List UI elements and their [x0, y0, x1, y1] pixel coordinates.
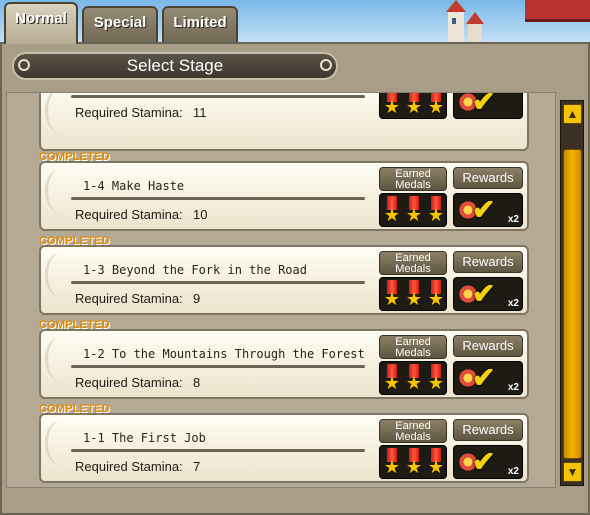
- banner-flag: [525, 0, 590, 22]
- required-stamina-value: 7: [193, 459, 201, 474]
- divider: [71, 95, 365, 98]
- divider: [71, 281, 365, 284]
- medal-icon: ★: [405, 93, 423, 118]
- leaf-ornament-icon: [45, 169, 75, 213]
- page-title-text: Select Stage: [126, 56, 224, 75]
- stage-title: 1-2 To the Mountains Through the Forest: [83, 347, 365, 361]
- scroll-thumb[interactable]: [563, 149, 582, 459]
- divider: [71, 365, 365, 368]
- reward-multiplier: x2: [507, 214, 519, 225]
- rewards-button[interactable]: Rewards: [453, 419, 523, 441]
- required-stamina-value: 11: [193, 105, 207, 120]
- reward-multiplier: x2: [507, 382, 519, 393]
- medal-icon: ★: [427, 196, 445, 226]
- reward-box[interactable]: ✔ x2: [453, 193, 523, 227]
- leaf-ornament-icon: [45, 253, 75, 297]
- medal-icon: ★: [427, 280, 445, 310]
- ornament-right-icon: [320, 59, 332, 71]
- stage-card[interactable]: 1-4 Make Haste Required Stamina: 10 Earned …: [39, 161, 529, 231]
- reward-check-icon: ✔: [472, 362, 496, 393]
- reward-check-icon: ✔: [472, 194, 496, 225]
- medal-icon: ★: [427, 448, 445, 478]
- reward-box[interactable]: ✔: [453, 92, 523, 119]
- reward-box[interactable]: ✔ x2: [453, 361, 523, 395]
- medal-icon: ★: [405, 364, 423, 394]
- required-stamina-label: Required Stamina:: [75, 207, 183, 222]
- reward-check-icon: ✔: [472, 278, 496, 309]
- tab-normal[interactable]: Normal: [4, 2, 78, 44]
- earned-medals-button[interactable]: Earned Medals: [379, 419, 447, 443]
- reward-box[interactable]: ✔ x2: [453, 445, 523, 479]
- reward-check-icon: ✔: [472, 92, 496, 117]
- arrow-up-icon[interactable]: ▲: [563, 104, 582, 124]
- required-stamina-value: 10: [193, 207, 208, 222]
- divider: [71, 197, 365, 200]
- divider: [71, 449, 365, 452]
- required-stamina-label: Required Stamina:: [75, 459, 183, 474]
- reward-box[interactable]: ✔ x2: [453, 277, 523, 311]
- medal-icon: ★: [383, 448, 401, 478]
- scrollbar[interactable]: ▲ ▼: [560, 100, 584, 486]
- medal-icon: ★: [383, 196, 401, 226]
- leaf-ornament-icon: [45, 93, 75, 133]
- medals-box: ★ ★ ★: [379, 361, 447, 395]
- medal-icon: ★: [427, 93, 445, 118]
- rewards-button[interactable]: Rewards: [453, 167, 523, 189]
- stage-title: 1-4 Make Haste: [83, 179, 185, 193]
- required-stamina-label: Required Stamina:: [75, 105, 183, 120]
- medal-icon: ★: [405, 196, 423, 226]
- reward-multiplier: x2: [507, 298, 519, 309]
- rewards-button[interactable]: Rewards: [453, 251, 523, 273]
- ornament-left-icon: [18, 59, 30, 71]
- page-title: Select Stage: [12, 52, 338, 80]
- required-stamina-value: 8: [193, 375, 201, 390]
- arrow-down-icon[interactable]: ▼: [563, 462, 582, 482]
- reward-check-icon: ✔: [472, 446, 496, 477]
- reward-multiplier: x2: [507, 466, 519, 477]
- required-stamina-label: Required Stamina:: [75, 291, 183, 306]
- stage-card[interactable]: Required Stamina: 11 ★ ★ ★ ✔: [39, 92, 529, 151]
- stage-title: 1-3 Beyond the Fork in the Road: [83, 263, 307, 277]
- tab-special[interactable]: Special: [82, 6, 158, 42]
- stage-list[interactable]: Required Stamina: 11 ★ ★ ★ ✔ COMPLETED 1-4 Make…: [6, 92, 556, 488]
- stage-card[interactable]: 1-2 To the Mountains Through the Forest R…: [39, 329, 529, 399]
- rewards-button[interactable]: Rewards: [453, 335, 523, 357]
- required-stamina-value: 9: [193, 291, 201, 306]
- medal-icon: ★: [405, 280, 423, 310]
- leaf-ornament-icon: [45, 421, 75, 465]
- stage-card[interactable]: 1-3 Beyond the Fork in the Road Required …: [39, 245, 529, 315]
- medal-icon: ★: [427, 364, 445, 394]
- earned-medals-button[interactable]: Earned Medals: [379, 167, 447, 191]
- medals-box: ★ ★ ★: [379, 93, 447, 119]
- castle-image: [446, 0, 484, 48]
- medals-box: ★ ★ ★: [379, 277, 447, 311]
- earned-medals-button[interactable]: Earned Medals: [379, 335, 447, 359]
- medals-box: ★ ★ ★: [379, 193, 447, 227]
- medal-icon: ★: [383, 93, 401, 118]
- medals-box: ★ ★ ★: [379, 445, 447, 479]
- medal-icon: ★: [383, 280, 401, 310]
- leaf-ornament-icon: [45, 337, 75, 381]
- tab-limited[interactable]: Limited: [162, 6, 238, 42]
- stage-card[interactable]: 1-1 The First Job Required Stamina: 7 Earne…: [39, 413, 529, 483]
- medal-icon: ★: [383, 364, 401, 394]
- earned-medals-button[interactable]: Earned Medals: [379, 251, 447, 275]
- medal-icon: ★: [405, 448, 423, 478]
- stage-title: 1-1 The First Job: [83, 431, 206, 445]
- required-stamina-label: Required Stamina:: [75, 375, 183, 390]
